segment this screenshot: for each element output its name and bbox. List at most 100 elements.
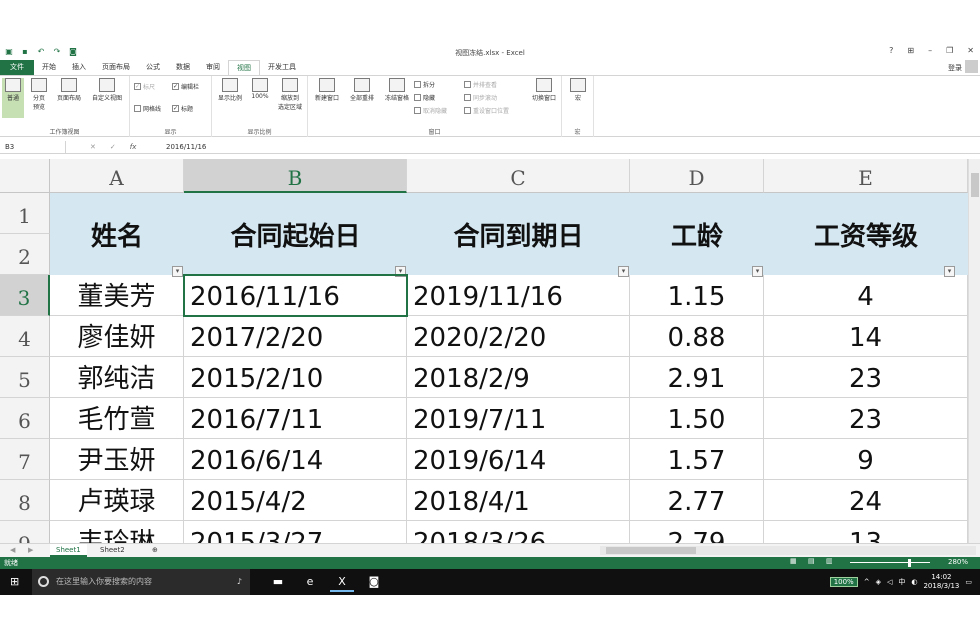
row-header-5[interactable]: 5 [0, 357, 50, 398]
tab-home[interactable]: 开始 [34, 60, 64, 75]
side-by-side-button[interactable]: 并排查看 [464, 80, 497, 89]
row-header-6[interactable]: 6 [0, 398, 50, 439]
zoom-100-button[interactable]: 100% [248, 78, 272, 118]
cell-seniority[interactable]: 2.77 [630, 480, 764, 521]
tab-page-layout[interactable]: 页面布局 [94, 60, 138, 75]
edge-browser-icon[interactable]: e [298, 572, 322, 592]
cell-salary-grade[interactable]: 23 [764, 357, 968, 398]
row-header-8[interactable]: 8 [0, 480, 50, 521]
formula-input[interactable]: 2016/11/16 [166, 141, 206, 153]
select-all-button[interactable] [0, 159, 50, 193]
row-header-7[interactable]: 7 [0, 439, 50, 480]
tray-arrow-icon[interactable]: ^ [864, 578, 870, 586]
sign-in-link[interactable]: 登录 [948, 63, 962, 73]
cell-end-date[interactable]: 2020/2/20 [407, 316, 630, 357]
cell-seniority[interactable]: 1.50 [630, 398, 764, 439]
tab-data[interactable]: 数据 [168, 60, 198, 75]
ime-indicator[interactable]: 中 [898, 577, 905, 587]
cell-name[interactable]: 郭纯洁 [50, 357, 184, 398]
function-icon[interactable]: fx [130, 141, 137, 153]
page-break-status-icon[interactable]: ▥ [826, 557, 833, 565]
zoom-to-selection-button[interactable]: 缩放到 选定区域 [274, 78, 306, 122]
sheet-tab-sheet2[interactable]: Sheet2 [94, 544, 131, 557]
cell-name[interactable]: 毛竹萱 [50, 398, 184, 439]
header-cell-start-date[interactable]: 合同起始日 [184, 193, 407, 275]
prev-sheet-icon[interactable]: ◀ [4, 544, 21, 557]
row-header-4[interactable]: 4 [0, 316, 50, 357]
cell-start-date[interactable]: 2015/4/2 [184, 480, 407, 521]
zoom-slider-thumb[interactable] [908, 559, 911, 567]
cell-end-date[interactable]: 2019/6/14 [407, 439, 630, 480]
row-header-9[interactable]: 9 [0, 521, 50, 543]
switch-windows-button[interactable]: 切换窗口 [528, 78, 560, 118]
help-button[interactable]: ? [889, 46, 893, 55]
vertical-scroll-thumb[interactable] [971, 173, 979, 197]
cell-start-date[interactable]: 2017/2/20 [184, 316, 407, 357]
headings-checkbox[interactable]: ✓ 标题 [172, 104, 193, 113]
zoom-slider[interactable] [850, 562, 930, 563]
add-sheet-icon[interactable]: ⊕ [146, 544, 164, 557]
cell-seniority[interactable]: 2.91 [630, 357, 764, 398]
cell-end-date[interactable]: 2018/2/9 [407, 357, 630, 398]
horizontal-scrollbar[interactable] [600, 546, 976, 555]
normal-view-status-icon[interactable]: ▦ [790, 557, 797, 565]
horizontal-scroll-thumb[interactable] [606, 547, 696, 554]
cell-name[interactable]: 卢瑛琭 [50, 480, 184, 521]
formula-bar-checkbox[interactable]: ✓ 编辑栏 [172, 82, 199, 91]
zoom-level[interactable]: 280% [948, 558, 968, 566]
reset-position-button[interactable]: 重设窗口位置 [464, 106, 509, 115]
cell-salary-grade[interactable]: 9 [764, 439, 968, 480]
cancel-icon[interactable]: ✕ [90, 141, 96, 153]
column-header-a[interactable]: A [50, 159, 184, 193]
header-cell-salary-grade[interactable]: 工资等级 [764, 193, 968, 275]
cell-name[interactable]: 韦玲琳 [50, 521, 184, 543]
tab-view[interactable]: 视图 [228, 60, 260, 75]
new-window-button[interactable]: 新建窗口 [310, 78, 344, 118]
tab-file[interactable]: 文件 [0, 60, 34, 75]
battery-badge[interactable]: 100% [829, 577, 858, 587]
column-header-d[interactable]: D [630, 159, 764, 193]
enter-icon[interactable]: ✓ [110, 141, 116, 153]
ribbon-display-icon[interactable]: ⊞ [907, 46, 914, 55]
column-header-e[interactable]: E [764, 159, 968, 193]
header-cell-seniority[interactable]: 工龄 [630, 193, 764, 275]
row-header-2[interactable]: 2 [0, 234, 50, 275]
taskbar-search[interactable]: 在这里输入你要搜索的内容 ♪ [32, 569, 250, 595]
row-header-3[interactable]: 3 [0, 275, 50, 316]
arrange-all-button[interactable]: 全部重排 [345, 78, 379, 118]
tab-insert[interactable]: 插入 [64, 60, 94, 75]
macros-button[interactable]: 宏 [566, 78, 590, 118]
cell-name[interactable]: 董美芳 [50, 275, 184, 316]
tab-review[interactable]: 审阅 [198, 60, 228, 75]
cell-salary-grade[interactable]: 14 [764, 316, 968, 357]
cell-seniority[interactable]: 1.15 [630, 275, 764, 316]
restore-button[interactable]: ❐ [946, 46, 953, 55]
close-button[interactable]: ✕ [967, 46, 974, 55]
cell-end-date[interactable]: 2019/7/11 [407, 398, 630, 439]
column-header-c[interactable]: C [407, 159, 630, 193]
row-header-1[interactable]: 1 [0, 193, 50, 234]
microphone-icon[interactable]: ♪ [237, 569, 242, 595]
app-taskbar-icon[interactable]: ◙ [362, 572, 386, 592]
next-sheet-icon[interactable]: ▶ [22, 544, 39, 557]
notification-icon[interactable]: ▭ [965, 578, 972, 586]
minimize-button[interactable]: – [928, 46, 932, 55]
hide-button[interactable]: 隐藏 [414, 93, 435, 102]
cell-salary-grade[interactable]: 4 [764, 275, 968, 316]
volume-icon[interactable]: ◁ [887, 578, 892, 586]
vertical-scrollbar[interactable] [968, 159, 980, 543]
cell-name[interactable]: 尹玉妍 [50, 439, 184, 480]
page-break-preview-button[interactable]: 分页 预览 [27, 78, 51, 118]
tab-formulas[interactable]: 公式 [138, 60, 168, 75]
cell-start-date[interactable]: 2015/2/10 [184, 357, 407, 398]
cell-end-date[interactable]: 2019/11/16 [407, 275, 630, 316]
page-layout-button[interactable]: 页面布局 [52, 78, 86, 118]
cell-seniority[interactable]: 0.88 [630, 316, 764, 357]
ruler-checkbox[interactable]: ✓ 标尺 [134, 82, 155, 91]
header-cell-end-date[interactable]: 合同到期日 [407, 193, 630, 275]
tab-developer[interactable]: 开发工具 [260, 60, 304, 75]
column-header-b[interactable]: B [184, 159, 407, 193]
taskbar-clock[interactable]: 14:02 2018/3/13 [923, 573, 959, 591]
cell-salary-grade[interactable]: 24 [764, 480, 968, 521]
split-button[interactable]: 拆分 [414, 80, 435, 89]
